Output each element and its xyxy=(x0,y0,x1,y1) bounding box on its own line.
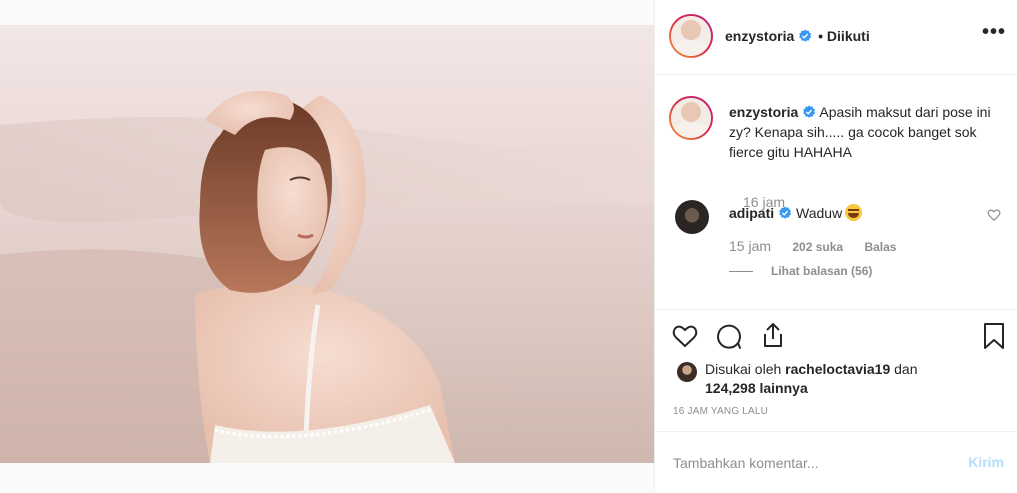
view-replies-label: Lihat balasan (56) xyxy=(771,264,873,278)
follow-status-link[interactable]: • Diikuti xyxy=(818,28,870,44)
liker-avatar[interactable] xyxy=(677,362,697,382)
comment-icon[interactable] xyxy=(715,322,743,350)
post-sidebar: enzystoria • Diikuti ••• enzystoria Apas… xyxy=(654,0,1017,493)
post-photo[interactable] xyxy=(0,25,654,463)
replies-divider xyxy=(729,271,753,273)
post-comment-button[interactable]: Kirim xyxy=(968,454,1004,470)
likes-count-link[interactable]: 124,298 lainnya xyxy=(705,380,808,396)
liked-by-text: Disukai oleh racheloctavia19 dan 124,298… xyxy=(705,360,965,398)
comment-body: Waduw xyxy=(796,205,843,221)
verified-badge-icon xyxy=(779,206,792,219)
view-replies-button[interactable]: Lihat balasan (56) xyxy=(729,264,872,278)
liker-username[interactable]: racheloctavia19 xyxy=(785,361,890,377)
author-info: enzystoria • Diikuti xyxy=(725,28,870,44)
post-timestamp[interactable]: 16 JAM YANG LALU xyxy=(673,406,768,417)
more-horizontal-icon[interactable]: ••• xyxy=(982,22,1005,46)
caption-avatar[interactable] xyxy=(669,96,713,140)
comments-section: enzystoria Apasih maksut dari pose ini z… xyxy=(655,76,1017,308)
post-actions: Disukai oleh racheloctavia19 dan 124,298… xyxy=(655,309,1017,431)
post-header: enzystoria • Diikuti ••• xyxy=(655,0,1017,75)
add-comment-bar: Kirim xyxy=(655,431,1017,493)
comment-text: adipati Waduw xyxy=(729,204,863,221)
verified-badge-icon xyxy=(799,29,812,42)
comment-time[interactable]: 15 jam xyxy=(729,238,771,254)
heart-icon[interactable] xyxy=(987,208,1001,222)
comment-meta: 15 jam 202 suka Balas xyxy=(729,238,896,254)
verified-badge-icon xyxy=(803,105,816,118)
liked-by-connector: dan xyxy=(894,361,918,377)
heart-icon[interactable] xyxy=(671,322,699,350)
author-avatar[interactable] xyxy=(669,14,713,58)
reply-button[interactable]: Balas xyxy=(864,240,896,254)
share-icon[interactable] xyxy=(759,321,787,349)
instagram-post: enzystoria • Diikuti ••• enzystoria Apas… xyxy=(0,0,1017,493)
commenter-username[interactable]: adipati xyxy=(729,205,774,221)
author-username[interactable]: enzystoria xyxy=(725,28,794,44)
caption-text: enzystoria Apasih maksut dari pose ini z… xyxy=(729,102,1009,162)
bookmark-icon[interactable] xyxy=(980,322,1008,350)
commenter-avatar[interactable] xyxy=(675,200,709,234)
photo-image xyxy=(0,25,654,463)
caption-username[interactable]: enzystoria xyxy=(729,104,798,120)
comment-likes[interactable]: 202 suka xyxy=(792,240,843,254)
liked-by-prefix: Disukai oleh xyxy=(705,361,782,377)
comment-input[interactable] xyxy=(673,452,953,474)
grinning-sweat-emoji xyxy=(845,204,863,221)
